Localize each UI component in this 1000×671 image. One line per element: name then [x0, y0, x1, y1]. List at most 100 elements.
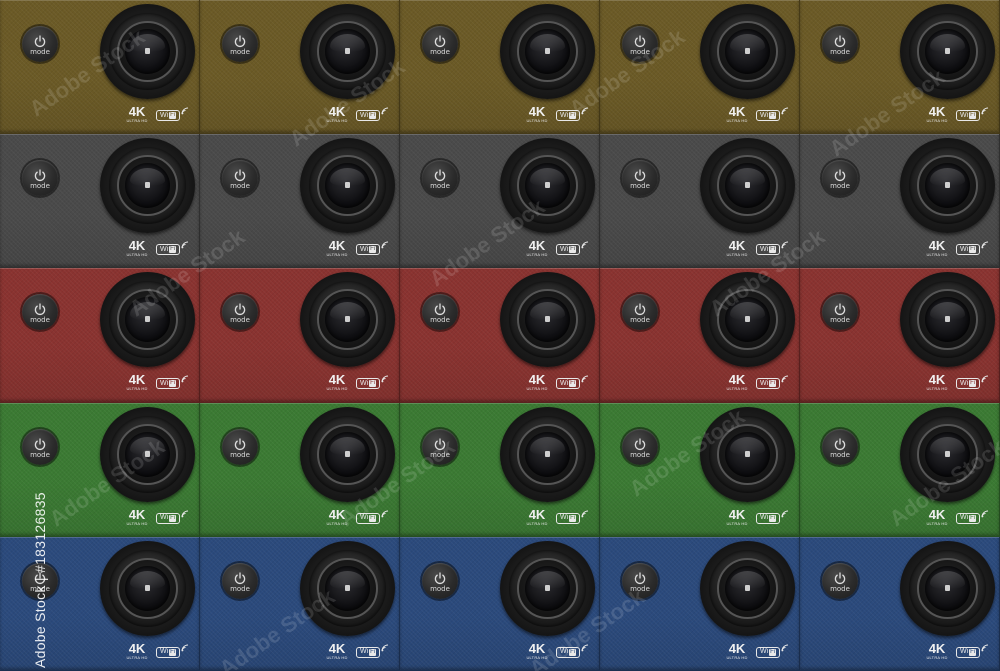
wifi-right-label: Fi: [969, 246, 977, 254]
power-mode-button: mode: [822, 428, 858, 465]
wifi-icon: [381, 241, 389, 249]
power-mode-button: mode: [422, 428, 458, 465]
power-mode-button: mode: [22, 26, 58, 62]
resolution-sub-label: ULTRA HD: [726, 520, 748, 526]
camera-lens-icon: [500, 540, 595, 636]
resolution-badge: 4K ULTRA HD: [324, 506, 350, 526]
resolution-label: 4K: [328, 506, 346, 522]
camera-lens-icon: [300, 4, 395, 99]
wifi-badge: Wi Fi: [356, 107, 389, 121]
wifi-badge: Wi Fi: [556, 510, 589, 524]
resolution-label: 4K: [928, 506, 946, 522]
power-icon: [634, 303, 646, 316]
mode-label: mode: [630, 450, 650, 459]
mode-label: mode: [430, 316, 450, 325]
wifi-icon: [981, 644, 989, 652]
resolution-badge: 4K ULTRA HD: [924, 238, 950, 257]
resolution-badge: 4K ULTRA HD: [124, 239, 150, 257]
wifi-left-label: Wi: [160, 514, 169, 522]
power-mode-button: mode: [422, 26, 458, 62]
power-mode-button: mode: [822, 294, 858, 331]
wifi-badge: Wi Fi: [556, 375, 589, 390]
action-camera-tile: mode 4K ULTRA HD Wi Fi: [800, 402, 1000, 537]
action-camera-tile: mode 4K ULTRA HD Wi Fi: [0, 536, 200, 671]
camera-lens-icon: [300, 540, 395, 636]
resolution-sub-label: ULTRA HD: [926, 654, 948, 660]
power-mode-button: mode: [422, 294, 458, 331]
resolution-label: 4K: [328, 104, 346, 119]
wifi-left-label: Wi: [360, 379, 369, 387]
resolution-label: 4K: [528, 372, 546, 388]
power-icon: [434, 437, 446, 450]
wifi-left-label: Wi: [760, 648, 769, 656]
power-icon: [834, 572, 846, 584]
mode-label: mode: [30, 48, 50, 56]
resolution-label: 4K: [928, 238, 946, 254]
power-icon: [634, 437, 646, 450]
power-icon: [234, 35, 246, 48]
wifi-right-label: Fi: [569, 514, 577, 522]
resolution-sub-label: ULTRA HD: [126, 118, 148, 123]
wifi-left-label: Wi: [760, 379, 769, 387]
resolution-sub-label: ULTRA HD: [326, 520, 348, 526]
wifi-badge: Wi Fi: [956, 510, 989, 524]
resolution-sub-label: ULTRA HD: [526, 118, 548, 123]
resolution-badge: 4K ULTRA HD: [524, 508, 550, 526]
resolution-label: 4K: [528, 238, 546, 254]
resolution-badge: 4K ULTRA HD: [324, 372, 350, 391]
power-mode-button: mode: [222, 428, 258, 465]
resolution-label: 4K: [728, 640, 746, 656]
wifi-left-label: Wi: [360, 111, 369, 119]
power-icon: [834, 303, 846, 316]
camera-lens-icon: [900, 138, 995, 234]
wifi-badge: Wi Fi: [156, 241, 189, 256]
power-icon: [234, 437, 246, 450]
wifi-badge: Wi Fi: [156, 375, 189, 390]
wifi-left-label: Wi: [160, 648, 169, 656]
wifi-badge: Wi Fi: [156, 510, 189, 524]
resolution-sub-label: ULTRA HD: [326, 118, 348, 123]
resolution-sub-label: ULTRA HD: [526, 252, 548, 258]
resolution-sub-label: ULTRA HD: [126, 654, 148, 660]
resolution-sub-label: ULTRA HD: [126, 520, 148, 526]
mode-label: mode: [830, 48, 850, 56]
wifi-left-label: Wi: [560, 379, 569, 387]
wifi-right-label: Fi: [169, 246, 177, 254]
resolution-badge: 4K ULTRA HD: [524, 105, 550, 123]
camera-lens-icon: [500, 138, 595, 234]
wifi-left-label: Wi: [960, 514, 969, 522]
camera-lens-icon: [100, 540, 195, 636]
wifi-right-label: Fi: [969, 514, 977, 522]
wifi-right-label: Fi: [569, 380, 577, 388]
resolution-label: 4K: [728, 238, 746, 254]
resolution-label: 4K: [728, 506, 746, 522]
mode-label: mode: [230, 584, 250, 593]
wifi-badge: Wi Fi: [756, 375, 789, 390]
resolution-label: 4K: [328, 372, 346, 388]
resolution-badge: 4K ULTRA HD: [124, 373, 150, 391]
mode-label: mode: [430, 584, 450, 593]
wifi-icon: [581, 241, 589, 249]
mode-label: mode: [630, 182, 650, 191]
power-icon: [34, 169, 46, 182]
resolution-badge: 4K ULTRA HD: [124, 508, 150, 526]
wifi-badge: Wi Fi: [156, 644, 189, 658]
action-camera-tile: mode 4K ULTRA HD Wi Fi: [200, 0, 400, 135]
action-camera-tile: mode 4K ULTRA HD Wi Fi: [400, 134, 600, 269]
resolution-sub-label: ULTRA HD: [726, 252, 748, 258]
action-camera-tile: mode 4K ULTRA HD Wi Fi: [600, 402, 800, 537]
wifi-icon: [781, 107, 789, 115]
wifi-right-label: Fi: [369, 514, 377, 522]
action-camera-tile: mode 4K ULTRA HD Wi Fi: [200, 536, 400, 671]
wifi-right-label: Fi: [569, 648, 577, 656]
power-mode-button: mode: [622, 428, 658, 465]
camera-lens-icon: [500, 406, 595, 502]
power-icon: [434, 35, 446, 48]
wifi-right-label: Fi: [569, 246, 577, 254]
power-icon: [234, 572, 246, 584]
resolution-label: 4K: [128, 640, 146, 656]
wifi-icon: [381, 375, 389, 383]
resolution-badge: 4K ULTRA HD: [724, 506, 750, 526]
camera-lens-icon: [300, 406, 395, 502]
stock-id-watermark: Adobe Stock | #183126835: [10, 440, 48, 670]
